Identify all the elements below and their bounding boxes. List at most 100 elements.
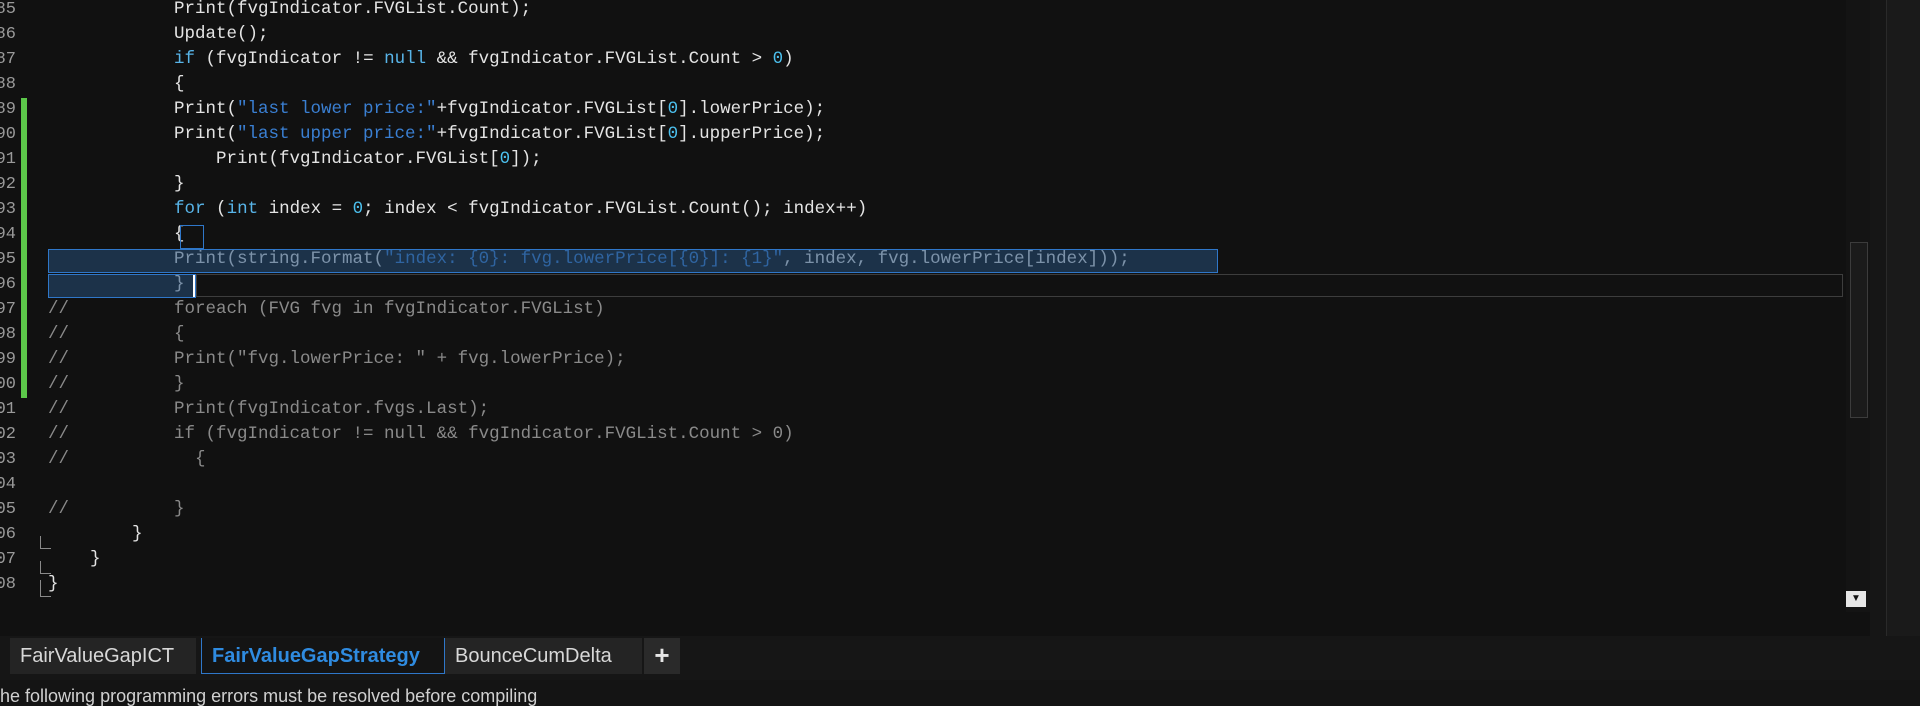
tab-fairvaluegapstrategy[interactable]: FairValueGapStrategy	[201, 638, 445, 674]
scroll-down-arrow-icon[interactable]: ▼	[1846, 591, 1866, 607]
code-line[interactable]: // }	[48, 372, 185, 397]
side-panel-edge	[1870, 0, 1886, 640]
code-token: // }	[48, 374, 185, 394]
vertical-scrollbar[interactable]	[1846, 0, 1870, 612]
code-line[interactable]: // {	[48, 322, 185, 347]
line-number: 89	[0, 100, 16, 119]
tab-bouncecumdelta[interactable]: BounceCumDelta	[445, 638, 642, 674]
code-line[interactable]: Print("last lower price:"+fvgIndicator.F…	[48, 97, 825, 122]
line-number: 108	[0, 575, 16, 594]
code-token: Print(	[48, 124, 238, 144]
code-token: // foreach (FVG fvg in fvgIndicator.FVGL…	[48, 299, 605, 319]
line-number: 86	[0, 25, 16, 44]
code-token: // {	[48, 324, 185, 344]
code-token: ].lowerPrice);	[678, 99, 826, 119]
code-line[interactable]: // {	[48, 447, 206, 472]
code-token: {	[48, 74, 185, 94]
line-number: 88	[0, 75, 16, 94]
code-line[interactable]: Print(fvgIndicator.FVGList.Count);	[48, 0, 531, 22]
code-token: // Print(fvgIndicator.fvgs.Last);	[48, 399, 490, 419]
code-line[interactable]: {	[48, 222, 185, 247]
code-token: 0	[772, 49, 784, 69]
code-token: }	[48, 549, 101, 569]
code-token: Print(fvgIndicator.FVGList.Count);	[48, 0, 532, 19]
code-line[interactable]: // if (fvgIndicator != null && fvgIndica…	[48, 422, 794, 447]
code-token: ]);	[510, 149, 542, 169]
code-token: +fvgIndicator.FVGList[	[436, 124, 668, 144]
code-line[interactable]: {	[48, 72, 185, 97]
code-line[interactable]: }	[48, 547, 101, 572]
line-number: 99	[0, 350, 16, 369]
line-number: 103	[0, 450, 16, 469]
line-number: 97	[0, 300, 16, 319]
code-token: 0	[667, 124, 679, 144]
code-token: null	[384, 49, 427, 69]
code-editor[interactable]: 85 86 87 88 89 90 91 92 93 94 95 96 97 98 99 100 101 102 1…	[0, 0, 1870, 636]
code-token: )	[783, 49, 794, 69]
code-line[interactable]: // Print("fvg.lowerPrice: " + fvg.lowerP…	[48, 347, 626, 372]
code-token: 0	[352, 199, 364, 219]
line-number: 87	[0, 50, 16, 69]
line-number: 95	[0, 250, 16, 269]
code-token: for	[174, 199, 206, 219]
code-line[interactable]: // }	[48, 497, 185, 522]
file-tab-bar: FairValueGapICT FairValueGapStrategy Bou…	[0, 636, 1920, 680]
code-token: "last lower price:"	[237, 99, 437, 119]
code-token: "last upper price:"	[237, 124, 437, 144]
side-panel-edge	[1886, 0, 1920, 640]
code-token: 0	[667, 99, 679, 119]
line-number: 105	[0, 500, 16, 519]
line-number: 100	[0, 375, 16, 394]
line-number: 92	[0, 175, 16, 194]
code-token: ].upperPrice);	[678, 124, 826, 144]
line-number: 98	[0, 325, 16, 344]
code-line[interactable]: }	[48, 172, 185, 197]
code-line[interactable]: Print("last upper price:"+fvgIndicator.F…	[48, 122, 825, 147]
code-line[interactable]: // Print(fvgIndicator.fvgs.Last);	[48, 397, 489, 422]
code-token: Print(	[48, 99, 238, 119]
line-number: 102	[0, 425, 16, 444]
selection-highlight	[48, 249, 1218, 273]
change-indicator-bar	[21, 98, 27, 398]
code-token: (	[205, 199, 227, 219]
tab-fairvaluegapict[interactable]: FairValueGapICT	[10, 638, 196, 674]
code-token: 0	[499, 149, 511, 169]
current-line-highlight	[196, 274, 1843, 297]
line-number: 107	[0, 550, 16, 569]
code-line[interactable]: for (int index = 0; index < fvgIndicator…	[48, 197, 867, 222]
code-token: }	[48, 524, 143, 544]
line-number: 101	[0, 400, 16, 419]
code-token: // }	[48, 499, 185, 519]
code-line[interactable]: Print(fvgIndicator.FVGList[0]);	[48, 147, 542, 172]
line-number: 91	[0, 150, 16, 169]
scrollbar-thumb[interactable]	[1850, 242, 1868, 418]
code-line[interactable]: }	[48, 522, 143, 547]
code-token: }	[48, 174, 185, 194]
line-number: 93	[0, 200, 16, 219]
fold-guide	[40, 536, 51, 549]
code-token: index =	[258, 199, 353, 219]
selection-highlight	[48, 274, 196, 298]
code-token: (fvgIndicator !=	[195, 49, 385, 69]
code-token: ; index < fvgIndicator.FVGList.Count(); …	[363, 199, 868, 219]
fold-guide	[40, 580, 51, 597]
bracket-match-highlight	[180, 225, 204, 249]
add-tab-button[interactable]: +	[644, 638, 680, 674]
code-token: Update();	[48, 24, 269, 44]
code-line[interactable]: Update();	[48, 22, 269, 47]
code-token: +fvgIndicator.FVGList[	[436, 99, 668, 119]
compile-errors-message: he following programming errors must be …	[0, 686, 538, 706]
code-token: if	[174, 49, 196, 69]
line-number: 106	[0, 525, 16, 544]
code-token: {	[48, 224, 185, 244]
code-token: // {	[48, 449, 206, 469]
code-token: // Print("fvg.lowerPrice: " + fvg.lowerP…	[48, 349, 626, 369]
code-token: && fvgIndicator.FVGList.Count >	[426, 49, 773, 69]
code-token: Print(fvgIndicator.FVGList[	[48, 149, 500, 169]
line-number: 85	[0, 0, 16, 19]
line-number: 90	[0, 125, 16, 144]
code-line[interactable]: // foreach (FVG fvg in fvgIndicator.FVGL…	[48, 297, 605, 322]
code-line[interactable]: if (fvgIndicator != null && fvgIndicator…	[48, 47, 794, 72]
